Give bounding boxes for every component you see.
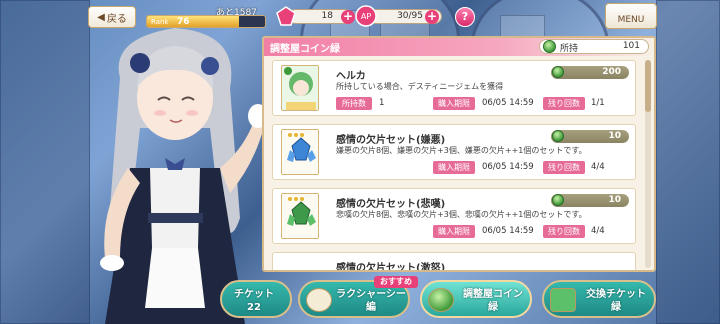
remaining-value: 4/4 <box>591 226 605 236</box>
tab-coin-green[interactable]: 調整屋コイン緑 <box>420 280 532 318</box>
purchase-period-label: 購入期限 <box>433 225 475 238</box>
item-description: 悲嘆の欠片8個、悲嘆の欠片+3個、悲嘆の欠片++1個のセットです。 <box>336 210 587 219</box>
ap-icon: AP <box>355 5 377 27</box>
svg-text:AP: AP <box>361 12 371 21</box>
add-ap-button[interactable]: + <box>425 10 439 24</box>
item-price: 200 <box>551 66 629 79</box>
item-thumb <box>281 193 319 239</box>
item-name: 感情の欠片セット(嫌悪) <box>336 135 446 146</box>
add-gems-button[interactable]: + <box>341 10 355 24</box>
remaining-value: 4/4 <box>591 162 605 172</box>
item-description: 嫌悪の欠片8個、嫌悪の欠片+3個、嫌悪の欠片++1個のセットです。 <box>336 146 587 155</box>
green-coin-icon <box>552 66 564 78</box>
recommend-badge: おすすめ <box>374 276 418 288</box>
tab-ticket[interactable]: チケット 22 <box>220 280 292 318</box>
tab-label: ラクシャーシー編 <box>336 289 406 313</box>
item-price: 10 <box>551 194 629 207</box>
panel-header: 調整屋コイン緑 所持 101 <box>264 38 654 56</box>
item-name: 感情の欠片セット(悲嘆) <box>336 199 446 210</box>
shop-panel: 調整屋コイン緑 所持 101 ヘルカ 所持している場合、デスティニージェムを獲得… <box>262 36 656 272</box>
ap-value: 30/95 <box>397 11 423 21</box>
ticket-icon <box>550 288 576 312</box>
owned-coins: 所持 101 <box>539 39 649 54</box>
tab-item-icon <box>306 288 332 312</box>
owned-coins-value: 101 <box>622 41 640 51</box>
green-coin-icon <box>543 40 556 53</box>
tab-label: 交換チケット緑 <box>586 289 646 313</box>
purchase-period-label: 購入期限 <box>433 161 475 174</box>
shop-tabs: チケット 22 ラクシャーシー編 おすすめ 調整屋コイン緑 交換チケット緑 <box>0 276 720 324</box>
shop-item[interactable]: 感情の欠片セット(悲嘆) 悲嘆の欠片8個、悲嘆の欠片+3個、悲嘆の欠片++1個の… <box>272 188 636 244</box>
green-crystal-icon <box>282 194 318 238</box>
scrollbar-thumb[interactable] <box>645 60 651 112</box>
green-coin-icon <box>552 194 564 206</box>
item-price-value: 10 <box>608 131 621 141</box>
blue-crystal-icon <box>282 130 318 174</box>
item-description: 所持している場合、デスティニージェムを獲得 <box>336 82 504 91</box>
character-portrait-icon <box>282 66 318 110</box>
help-button[interactable]: ? <box>455 7 475 27</box>
shop-item[interactable]: ヘルカ 所持している場合、デスティニージェムを獲得 200 所持数 1 購入期限… <box>272 60 636 116</box>
item-price-value: 200 <box>602 67 621 77</box>
green-coin-icon <box>428 288 454 312</box>
item-name: ヘルカ <box>336 71 366 82</box>
remaining-label: 残り回数 <box>543 161 585 174</box>
owned-coins-label: 所持 <box>560 44 579 54</box>
purchase-period-value: 06/05 14:59 <box>482 162 534 172</box>
tab-label: 調整屋コイン緑 <box>463 289 523 313</box>
menu-label: MENU <box>617 15 645 25</box>
panel-scrollbar[interactable] <box>645 60 651 268</box>
tab-exchange-ticket[interactable]: 交換チケット緑 <box>542 280 656 318</box>
purchase-period-value: 06/05 14:59 <box>482 226 534 236</box>
purchase-period-label: 購入期限 <box>433 97 475 110</box>
shop-item[interactable]: 感情の欠片セット(嫌悪) 嫌悪の欠片8個、嫌悪の欠片+3個、嫌悪の欠片++1個の… <box>272 124 636 180</box>
owned-count-value: 1 <box>379 98 385 108</box>
destiny-gem-icon <box>276 6 296 26</box>
item-thumb <box>281 129 319 175</box>
panel-title: 調整屋コイン緑 <box>270 44 340 55</box>
gem-count: 18 <box>321 11 333 21</box>
purchase-period-value: 06/05 14:59 <box>482 98 534 108</box>
remaining-label: 残り回数 <box>543 225 585 238</box>
remaining-value: 1/1 <box>591 98 605 108</box>
character-portrait-thumb <box>281 65 319 111</box>
menu-button[interactable]: MENU <box>605 3 657 29</box>
item-price-value: 10 <box>608 195 621 205</box>
green-coin-icon <box>552 130 564 142</box>
item-price: 10 <box>551 130 629 143</box>
tab-label: チケット 22 <box>234 289 274 313</box>
shop-item[interactable]: 感情の欠片セット(激怒) <box>272 252 636 272</box>
item-name: 感情の欠片セット(激怒) <box>336 263 446 272</box>
owned-count-label: 所持数 <box>336 97 372 110</box>
remaining-label: 残り回数 <box>543 97 585 110</box>
